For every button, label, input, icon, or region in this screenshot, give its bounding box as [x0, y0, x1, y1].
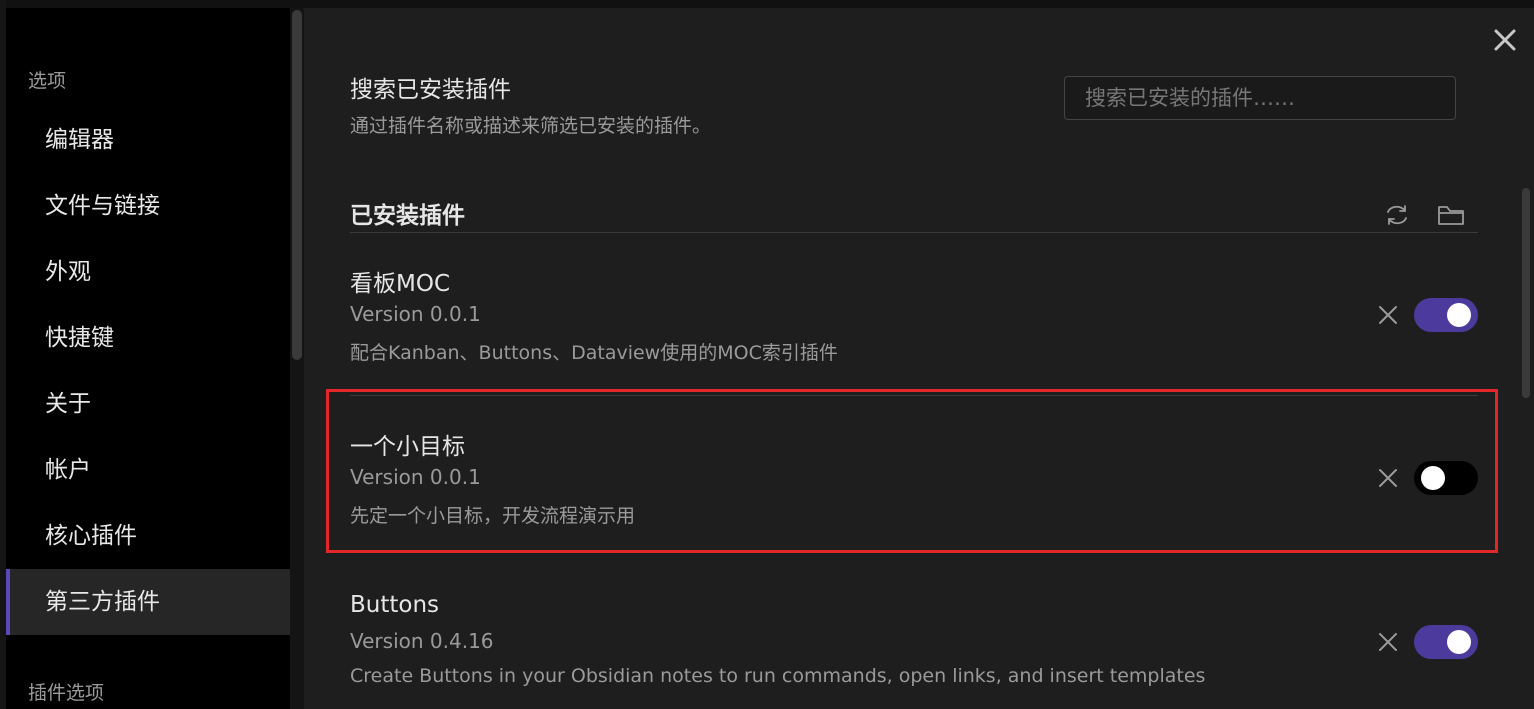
plugin-version: Version 0.4.16	[350, 629, 494, 653]
toggle-knob	[1447, 303, 1471, 327]
sidebar-item-appearance[interactable]: 外观	[6, 239, 290, 305]
sidebar-item-account[interactable]: 帐户	[6, 437, 290, 503]
content-scrollbar[interactable]	[1520, 68, 1532, 709]
toggle-knob	[1421, 466, 1445, 490]
highlight-annotation-box	[326, 389, 1498, 553]
options-heading: 选项	[28, 70, 67, 92]
settings-content: 搜索已安装插件 通过插件名称或描述来筛选已安装的插件。 已安装插件 看板MOC …	[304, 8, 1534, 709]
window-top-edge	[0, 0, 1534, 8]
plugin-version: Version 0.0.1	[350, 302, 481, 326]
plugin-description: Create Buttons in your Obsidian notes to…	[350, 665, 1206, 687]
uninstall-close-icon[interactable]	[1372, 462, 1404, 494]
toggle-knob	[1447, 630, 1471, 654]
sidebar-item-hotkeys[interactable]: 快捷键	[6, 305, 290, 371]
sidebar-item-core-plugins[interactable]: 核心插件	[6, 503, 290, 569]
folder-icon[interactable]	[1436, 200, 1466, 230]
search-installed-input[interactable]	[1064, 76, 1456, 120]
sidebar-scrollbar[interactable]	[290, 8, 304, 709]
plugin-divider	[350, 395, 1478, 396]
sidebar-item-community-plugins[interactable]: 第三方插件	[6, 569, 290, 635]
search-installed-description: 通过插件名称或描述来筛选已安装的插件。	[350, 115, 712, 137]
sidebar-item-editor[interactable]: 编辑器	[6, 107, 290, 173]
plugin-description: 配合Kanban、Buttons、Dataview使用的MOC索引插件	[350, 342, 838, 364]
uninstall-close-icon[interactable]	[1372, 626, 1404, 658]
reload-icon[interactable]	[1382, 200, 1412, 230]
sidebar-item-files-links[interactable]: 文件与链接	[6, 173, 290, 239]
settings-sidebar: 选项 编辑器 文件与链接 外观 快捷键 关于 帐户 核心插件 第三方插件 插件选…	[6, 8, 290, 709]
plugin-name: 看板MOC	[350, 271, 451, 297]
plugin-name: Buttons	[350, 592, 440, 618]
plugin-enable-toggle[interactable]	[1414, 298, 1478, 332]
plugin-description: 先定一个小目标，开发流程演示用	[350, 505, 636, 527]
plugin-enable-toggle[interactable]	[1414, 625, 1478, 659]
installed-divider	[350, 232, 1478, 233]
sidebar-item-about[interactable]: 关于	[6, 371, 290, 437]
plugin-enable-toggle[interactable]	[1414, 461, 1478, 495]
uninstall-close-icon[interactable]	[1372, 299, 1404, 331]
installed-plugins-title: 已安装插件	[350, 203, 465, 229]
close-icon[interactable]	[1487, 22, 1523, 58]
plugin-name: 一个小目标	[350, 434, 465, 460]
content-scrollbar-thumb[interactable]	[1522, 188, 1530, 398]
sidebar-scrollbar-thumb[interactable]	[292, 10, 302, 360]
search-installed-title: 搜索已安装插件	[350, 77, 511, 103]
plugin-version: Version 0.0.1	[350, 465, 481, 489]
plugin-options-heading: 插件选项	[28, 682, 105, 704]
